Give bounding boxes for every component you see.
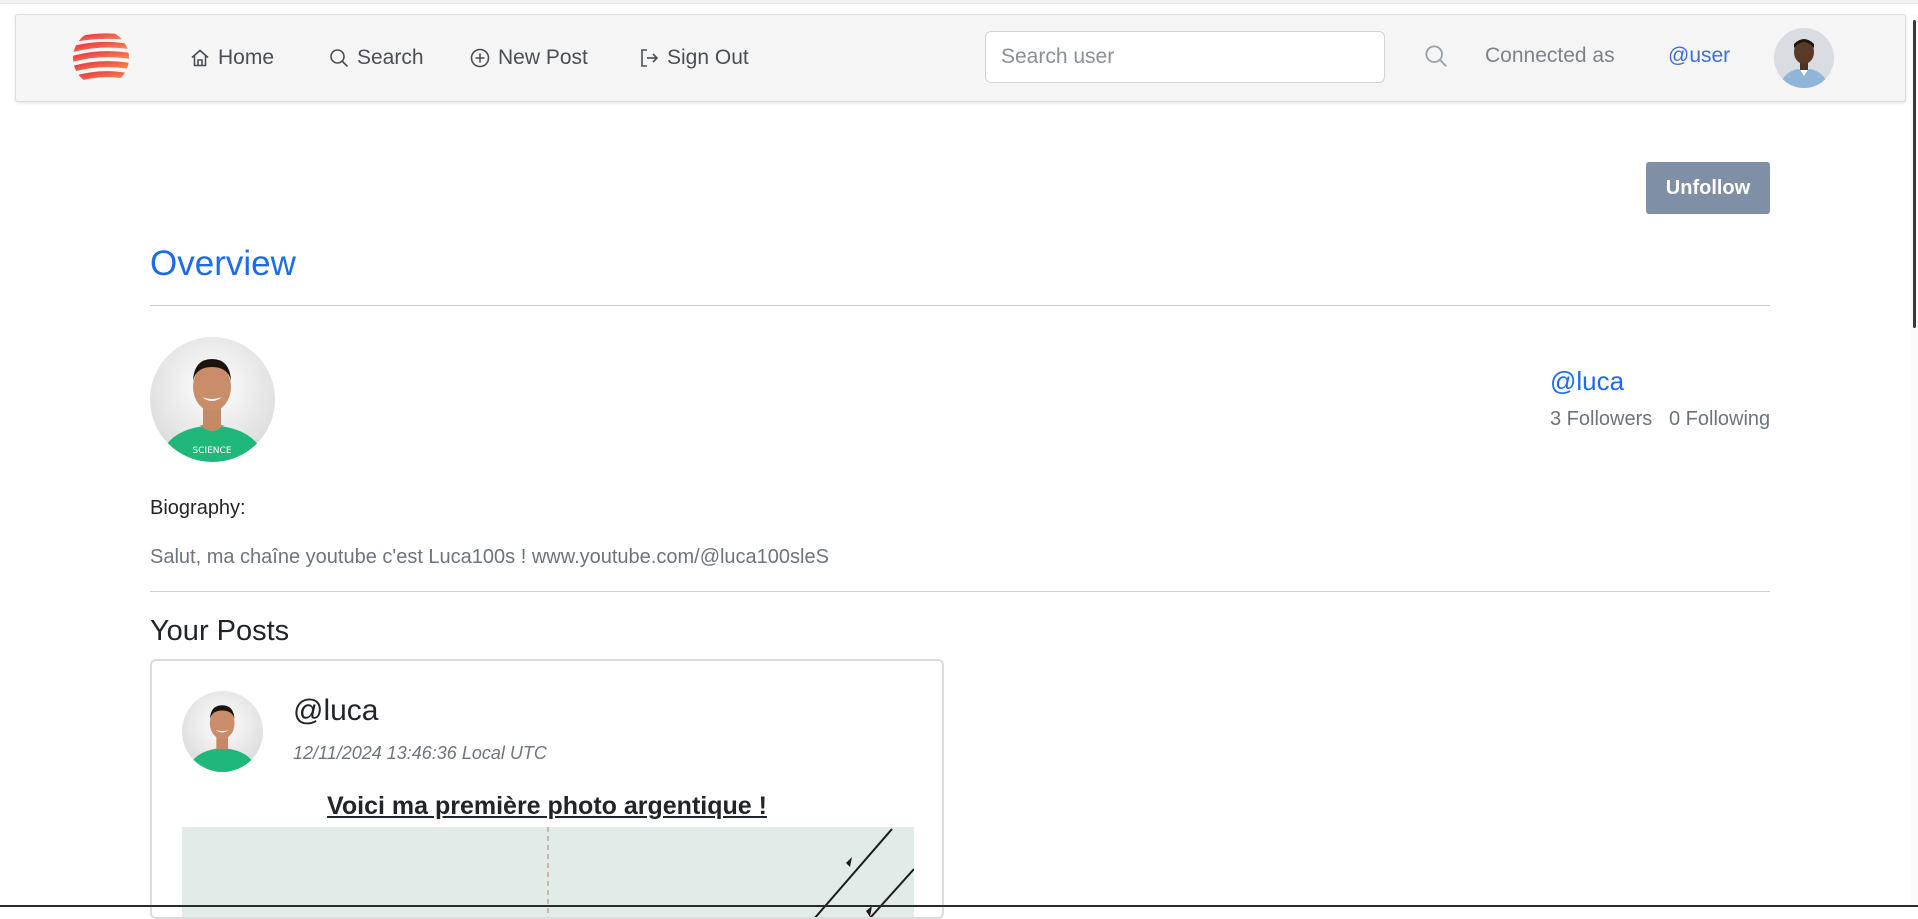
connected-as-label: Connected as [1485,44,1615,67]
following-count[interactable]: 0 Following [1669,408,1770,431]
post-title-link[interactable]: Voici ma première photo argentique ! [152,792,942,821]
current-user-link[interactable]: @user [1668,44,1730,68]
search-submit-button[interactable] [1424,44,1452,72]
search-icon [1425,45,1447,67]
overview-divider [150,305,1770,306]
post-author-handle[interactable]: @luca [293,694,379,728]
current-user-avatar[interactable] [1774,28,1834,88]
biography-label: Biography: [150,497,246,519]
plus-circle-icon [470,48,490,68]
home-icon [191,49,209,67]
biography-divider [150,591,1770,592]
nav-home-label: Home [218,46,275,69]
search-icon [330,49,349,68]
nav-search-label: Search [357,46,424,69]
post-card[interactable]: @luca 12/11/2024 13:46:36 Local UTC Voic… [150,659,944,919]
unfollow-button[interactable]: Unfollow [1646,162,1770,214]
nav-sign-out[interactable]: Sign Out [639,44,749,72]
your-posts-title: Your Posts [150,615,290,647]
nav-search[interactable]: Search [329,44,424,72]
navbar: Home Search New Post Sign Out Connected … [15,14,1906,102]
window-top-edge [0,0,1918,4]
nav-home[interactable]: Home [190,44,274,72]
profile-avatar: SCIENCE [150,337,275,462]
search-user-input[interactable] [985,31,1385,83]
nav-sign-out-label: Sign Out [667,46,749,69]
post-author-avatar[interactable] [182,691,263,772]
overview-title: Overview [150,244,296,283]
nav-new-post-label: New Post [498,46,588,69]
app-logo[interactable] [72,29,130,87]
biography-text: Salut, ma chaîne youtube c'est Luca100s … [150,546,829,568]
profile-handle[interactable]: @luca [1550,366,1624,397]
nav-new-post[interactable]: New Post [470,44,588,72]
sign-out-icon [641,49,659,67]
svg-text:SCIENCE: SCIENCE [192,446,231,456]
post-date: 12/11/2024 13:46:36 Local UTC [293,743,547,763]
scrollbar-thumb[interactable] [1913,20,1916,328]
followers-count[interactable]: 3 Followers [1550,408,1652,431]
